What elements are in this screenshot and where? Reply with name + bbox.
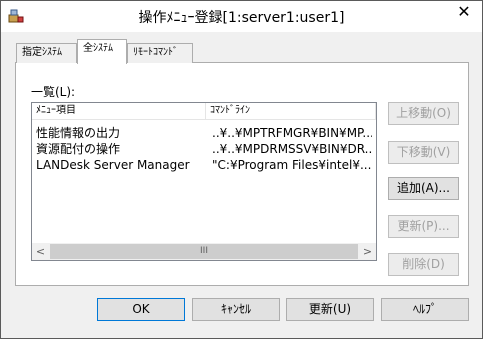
list-label: 一覧(L):: [31, 85, 76, 99]
delete-button[interactable]: 削除(D): [388, 253, 459, 276]
dialog-window: 操作ﾒﾆｭｰ登録[1:server1:user1] ✕ 指定ｼｽﾃﾑ 全ｼｽﾃﾑ…: [0, 0, 483, 339]
grip-icon: III: [200, 246, 208, 256]
apply-button[interactable]: 更新(U): [286, 298, 374, 321]
update-item-button[interactable]: 更新(P)...: [388, 215, 459, 238]
menu-item-command: ..¥..¥MPDRMSSV¥BIN¥DR...: [212, 142, 372, 156]
column-header-command-line[interactable]: ｺﾏﾝﾄﾞﾗｲﾝ: [206, 103, 376, 120]
move-down-button[interactable]: 下移動(V): [388, 141, 459, 164]
title-bar[interactable]: 操作ﾒﾆｭｰ登録[1:server1:user1] ✕: [1, 1, 482, 32]
add-button[interactable]: 追加(A)...: [388, 177, 459, 200]
tab-all-systems[interactable]: 全ｼｽﾃﾑ: [77, 39, 127, 64]
menu-item-name: LANDesk Server Manager: [36, 158, 190, 172]
menu-item-name: 資源配付の操作: [36, 142, 121, 156]
list-item[interactable]: 性能情報の出力 ..¥..¥MPTRFMGR¥BIN¥MP...: [32, 125, 376, 141]
window-title: 操作ﾒﾆｭｰ登録[1:server1:user1]: [138, 10, 345, 26]
scroll-thumb[interactable]: III: [50, 244, 358, 259]
menu-list[interactable]: ﾒﾆｭｰ項目 ｺﾏﾝﾄﾞﾗｲﾝ 性能情報の出力 ..¥..¥MPTRFMGR¥B…: [31, 102, 377, 261]
help-button[interactable]: ﾍﾙﾌﾟ: [381, 298, 469, 321]
close-icon: ✕: [457, 2, 471, 21]
horizontal-scrollbar[interactable]: < III >: [32, 243, 376, 260]
menu-item-command: "C:¥Program Files¥intel¥...: [212, 158, 372, 172]
move-up-button[interactable]: 上移動(O): [388, 102, 459, 125]
ok-button[interactable]: OK: [97, 298, 185, 321]
menu-item-command: ..¥..¥MPTRFMGR¥BIN¥MP...: [212, 126, 372, 140]
column-header-menu-item[interactable]: ﾒﾆｭｰ項目: [32, 103, 206, 120]
scroll-left-icon[interactable]: <: [32, 243, 49, 260]
list-item[interactable]: 資源配付の操作 ..¥..¥MPDRMSSV¥BIN¥DR...: [32, 141, 376, 157]
list-item[interactable]: LANDesk Server Manager "C:¥Program Files…: [32, 157, 376, 173]
tab-specified-system[interactable]: 指定ｼｽﾃﾑ: [16, 43, 77, 63]
scroll-right-icon[interactable]: >: [359, 243, 376, 260]
cancel-button[interactable]: ｷｬﾝｾﾙ: [192, 298, 280, 321]
menu-item-name: 性能情報の出力: [36, 126, 121, 140]
tab-remote-command[interactable]: ﾘﾓｰﾄｺﾏﾝﾄﾞ: [127, 43, 193, 63]
close-button[interactable]: ✕: [447, 1, 481, 23]
